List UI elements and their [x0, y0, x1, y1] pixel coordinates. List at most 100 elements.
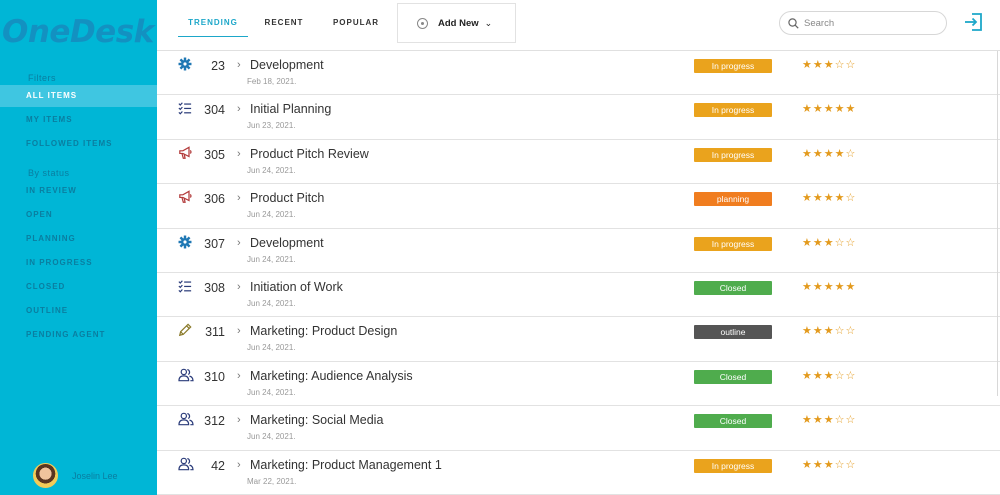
- tab-recent[interactable]: RECENT: [257, 13, 311, 37]
- rating-stars[interactable]: ★★★☆☆: [802, 413, 856, 426]
- filters-section-label: Filters: [28, 73, 56, 83]
- search-input[interactable]: [804, 17, 934, 29]
- list-item[interactable]: 312 › Marketing: Social Media Jun 24, 2021.…: [157, 406, 1000, 451]
- list-item[interactable]: 304 › Initial Planning Jun 23, 2021. In prog…: [157, 95, 1000, 140]
- megaphone-icon: [178, 190, 194, 206]
- item-title[interactable]: Initial Planning: [250, 102, 331, 116]
- chevron-right-icon[interactable]: ›: [237, 148, 241, 160]
- item-list: 23 › Development Feb 18, 2021. In progress ★★…: [157, 51, 1000, 495]
- item-title[interactable]: Marketing: Product Design: [250, 324, 397, 338]
- sidebar-item-my-items[interactable]: MY ITEMS: [0, 109, 157, 131]
- top-header: TRENDING RECENT POPULAR Add New ⌄: [157, 0, 1000, 51]
- list-item[interactable]: 310 › Marketing: Audience Analysis Jun 24, …: [157, 362, 1000, 407]
- chevron-right-icon[interactable]: ›: [237, 237, 241, 249]
- sidebar-item-in-progress[interactable]: IN PROGRESS: [0, 252, 157, 274]
- item-id: 306: [204, 192, 225, 207]
- chevron-right-icon[interactable]: ›: [237, 370, 241, 382]
- status-badge: In progress: [694, 236, 772, 251]
- item-id: 305: [204, 147, 225, 162]
- item-id: 304: [204, 103, 225, 118]
- app-logo: OneDesk: [2, 14, 154, 50]
- rating-stars[interactable]: ★★★★★: [802, 280, 856, 293]
- status-badge: In progress: [694, 147, 772, 162]
- item-title[interactable]: Development: [250, 236, 324, 250]
- sidebar-item-pending-agent[interactable]: PENDING AGENT: [0, 324, 157, 346]
- sidebar-item-followed-items[interactable]: FOLLOWED ITEMS: [0, 133, 157, 155]
- rating-stars[interactable]: ★★★★☆: [802, 191, 856, 204]
- list-item[interactable]: 306 › Product Pitch Jun 24, 2021. planning ★★…: [157, 184, 1000, 229]
- list-item[interactable]: 311 › Marketing: Product Design Jun 24, 202…: [157, 317, 1000, 362]
- item-id: 311: [205, 325, 225, 340]
- item-title[interactable]: Marketing: Social Media: [250, 413, 383, 427]
- chevron-right-icon[interactable]: ›: [237, 103, 241, 115]
- chevron-right-icon[interactable]: ›: [237, 281, 241, 293]
- tab-trending[interactable]: TRENDING: [178, 13, 248, 37]
- add-new-button[interactable]: Add New ⌄: [397, 3, 516, 43]
- search-box[interactable]: [779, 11, 947, 35]
- rating-stars[interactable]: ★★★☆☆: [802, 58, 856, 71]
- rating-stars[interactable]: ★★★☆☆: [802, 324, 856, 337]
- rating-stars[interactable]: ★★★☆☆: [802, 458, 856, 471]
- item-date: Jun 23, 2021.: [247, 121, 296, 131]
- divider: [997, 51, 998, 396]
- rating-stars[interactable]: ★★★★☆: [802, 147, 856, 160]
- chevron-right-icon[interactable]: ›: [237, 325, 241, 337]
- tab-popular[interactable]: POPULAR: [329, 13, 383, 37]
- sidebar-item-all-items[interactable]: ALL ITEMS: [0, 85, 157, 107]
- item-id: 312: [204, 414, 225, 429]
- item-id: 310: [204, 369, 225, 384]
- item-id: 42: [211, 458, 225, 473]
- item-id: 307: [204, 236, 225, 251]
- item-title[interactable]: Development: [250, 58, 324, 72]
- item-date: Jun 24, 2021.: [247, 432, 296, 442]
- logout-button[interactable]: [964, 12, 984, 37]
- rating-stars[interactable]: ★★★★★: [802, 102, 856, 115]
- status-section-label: By status: [28, 168, 70, 178]
- sidebar-item-in-review[interactable]: IN REVIEW: [0, 180, 157, 202]
- list-item[interactable]: 23 › Development Feb 18, 2021. In progress ★★…: [157, 51, 1000, 96]
- list-item[interactable]: 42 › Marketing: Product Management 1 Mar 22…: [157, 451, 1000, 495]
- gear-icon: [178, 235, 194, 251]
- megaphone-icon: [178, 146, 194, 162]
- chevron-right-icon[interactable]: ›: [237, 414, 241, 426]
- item-date: Jun 24, 2021.: [247, 254, 296, 264]
- item-date: Mar 22, 2021.: [247, 476, 297, 486]
- chevron-right-icon[interactable]: ›: [237, 192, 241, 204]
- item-date: Jun 24, 2021.: [247, 387, 296, 397]
- item-title[interactable]: Initiation of Work: [250, 280, 343, 294]
- item-id: 308: [204, 280, 225, 295]
- checklist-icon: [178, 101, 194, 117]
- chevron-down-icon: ⌄: [484, 17, 493, 28]
- list-item[interactable]: 307 › Development Jun 24, 2021. In progress ★…: [157, 229, 1000, 273]
- item-title[interactable]: Marketing: Audience Analysis: [250, 369, 413, 383]
- item-date: Jun 24, 2021.: [247, 298, 296, 308]
- users-icon: [178, 412, 194, 428]
- item-date: Jun 24, 2021.: [247, 343, 296, 353]
- status-badge: In progress: [694, 59, 772, 73]
- list-item[interactable]: 308 › Initiation of Work Jun 24, 2021. Close…: [157, 273, 1000, 318]
- checklist-icon: [178, 279, 194, 295]
- status-badge: Closed: [694, 369, 772, 384]
- avatar: [33, 463, 58, 488]
- item-title[interactable]: Marketing: Product Management 1: [250, 458, 442, 472]
- rating-stars[interactable]: ★★★☆☆: [802, 369, 856, 382]
- sidebar: OneDesk Filters ALL ITEMS MY ITEMS FOLLO…: [0, 0, 157, 495]
- sidebar-item-planning[interactable]: PLANNING: [0, 228, 157, 250]
- user-profile[interactable]: Joselin Lee: [33, 463, 118, 488]
- item-date: Jun 24, 2021.: [247, 165, 296, 175]
- sidebar-item-closed[interactable]: CLOSED: [0, 276, 157, 298]
- users-icon: [178, 457, 194, 473]
- item-title[interactable]: Product Pitch: [250, 191, 324, 205]
- chevron-right-icon[interactable]: ›: [237, 459, 241, 471]
- search-icon: [788, 17, 799, 29]
- item-date: Jun 24, 2021.: [247, 210, 296, 220]
- status-badge: In progress: [694, 458, 772, 473]
- list-item[interactable]: 305 › Product Pitch Review Jun 24, 2021. In …: [157, 140, 1000, 185]
- sidebar-item-outline[interactable]: OUTLINE: [0, 300, 157, 322]
- item-title[interactable]: Product Pitch Review: [250, 147, 369, 161]
- status-badge: Closed: [694, 414, 772, 429]
- sidebar-item-open[interactable]: OPEN: [0, 204, 157, 226]
- rating-stars[interactable]: ★★★☆☆: [802, 236, 856, 249]
- gear-icon: [178, 57, 194, 73]
- chevron-right-icon[interactable]: ›: [237, 59, 241, 71]
